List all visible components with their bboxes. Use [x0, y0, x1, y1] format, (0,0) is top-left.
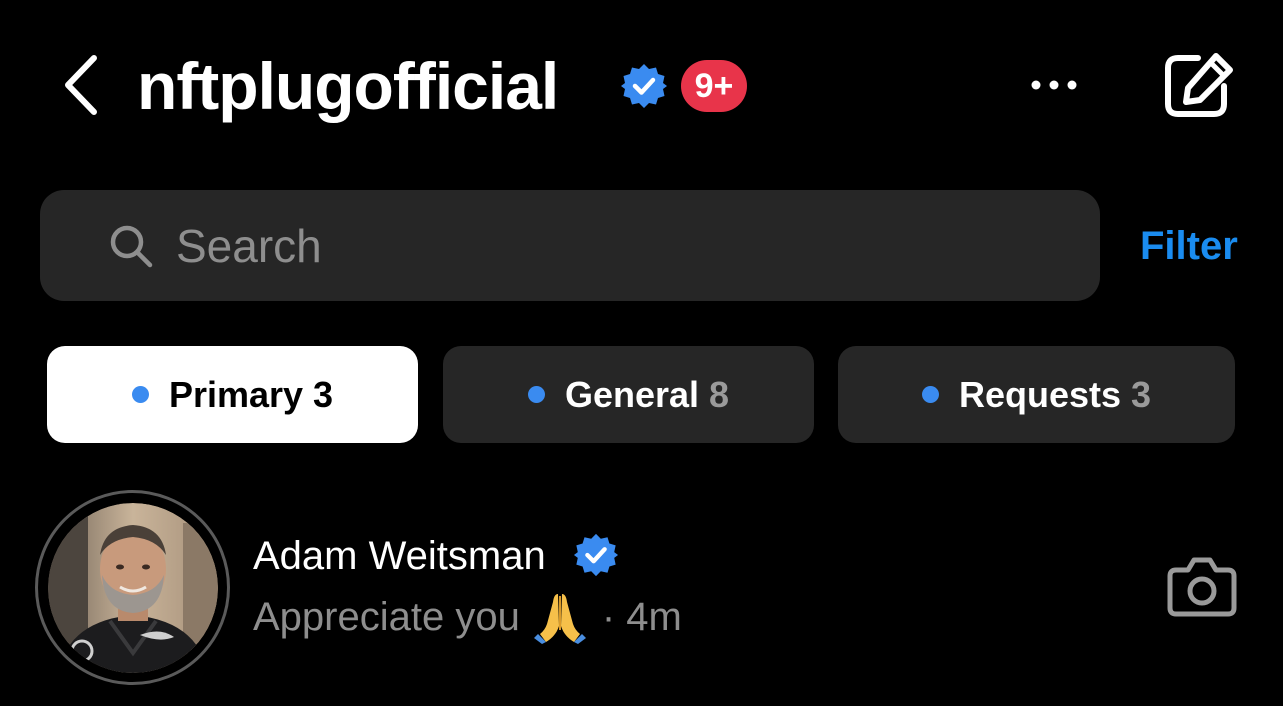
- compose-icon[interactable]: [1160, 50, 1240, 122]
- inbox-screen: nftplugofficial 9+ Filter Primary 3 Gene…: [0, 0, 1283, 706]
- verified-badge-icon: [573, 533, 619, 577]
- camera-icon[interactable]: [1166, 552, 1238, 620]
- tab-requests-count: 3: [1131, 373, 1152, 415]
- avatar: [47, 502, 218, 673]
- conversation-preview[interactable]: Appreciate you · 4m: [253, 590, 682, 644]
- unread-dot: [131, 386, 149, 403]
- account-title[interactable]: nftplugofficial: [137, 46, 559, 126]
- tab-requests[interactable]: Requests 3: [838, 346, 1235, 443]
- tab-primary[interactable]: Primary 3: [47, 346, 418, 443]
- search-input[interactable]: [176, 218, 1076, 273]
- unread-dot: [921, 386, 939, 403]
- folded-hands-emoji-icon: [533, 594, 586, 644]
- tab-primary-label: Primary: [168, 373, 304, 415]
- tab-requests-label: Requests: [958, 373, 1122, 415]
- verified-badge-icon: [621, 64, 667, 108]
- message-time: · 4m: [601, 595, 682, 639]
- conversation-name[interactable]: Adam Weitsman: [253, 533, 546, 579]
- notification-badge: 9+: [681, 60, 747, 112]
- tab-general-label: General: [564, 373, 700, 415]
- search-bar[interactable]: [40, 190, 1100, 301]
- tab-general-count: 8: [709, 373, 730, 415]
- search-icon: [110, 225, 153, 267]
- unread-dot: [527, 386, 545, 403]
- avatar-story-ring[interactable]: [35, 490, 230, 685]
- filter-button[interactable]: Filter: [1140, 222, 1238, 270]
- back-chevron-icon[interactable]: [52, 50, 112, 120]
- tab-primary-count: 3: [313, 373, 334, 415]
- message-preview-text: Appreciate you: [253, 595, 520, 639]
- more-options-icon[interactable]: [1024, 65, 1084, 105]
- tab-general[interactable]: General 8: [443, 346, 814, 443]
